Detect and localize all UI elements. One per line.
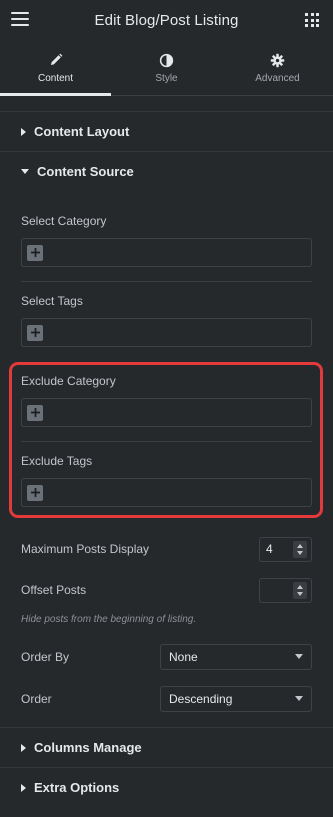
spinner-icon[interactable] bbox=[293, 581, 307, 599]
order-by-select[interactable]: None bbox=[160, 643, 312, 670]
section-columns-manage[interactable]: Columns Manage bbox=[0, 727, 333, 767]
exclude-category-field: Exclude Category bbox=[0, 371, 333, 427]
plus-icon[interactable] bbox=[27, 404, 43, 421]
tab-style-label: Style bbox=[155, 73, 178, 84]
tab-content[interactable]: Content bbox=[0, 40, 111, 96]
caret-right-icon bbox=[21, 127, 26, 136]
select-tags-label: Select Tags bbox=[21, 294, 83, 308]
panel-tabs: Content Style Advanced bbox=[0, 40, 333, 96]
offset-posts-row: Offset Posts bbox=[21, 577, 312, 603]
order-row: Order Descending bbox=[21, 685, 312, 712]
select-category-field: Select Category bbox=[0, 211, 333, 267]
max-posts-input[interactable]: 4 bbox=[259, 536, 312, 562]
plus-icon[interactable] bbox=[27, 484, 43, 501]
exclude-tags-label: Exclude Tags bbox=[21, 454, 93, 468]
section-content-layout-label: Content Layout bbox=[34, 124, 130, 139]
tab-content-label: Content bbox=[37, 73, 74, 84]
section-extra-options[interactable]: Extra Options bbox=[0, 767, 333, 807]
chevron-down-icon bbox=[295, 654, 303, 659]
order-value: Descending bbox=[169, 691, 233, 706]
pencil-icon bbox=[49, 51, 63, 69]
exclude-category-label: Exclude Category bbox=[21, 374, 116, 388]
offset-posts-input[interactable] bbox=[259, 577, 312, 603]
chevron-down-icon bbox=[295, 696, 303, 701]
caret-right-icon bbox=[21, 783, 26, 792]
max-posts-label: Maximum Posts Display bbox=[21, 542, 150, 556]
half-circle-icon bbox=[159, 51, 174, 69]
plus-icon[interactable] bbox=[27, 244, 43, 261]
max-posts-value: 4 bbox=[266, 542, 273, 556]
caret-right-icon bbox=[21, 743, 26, 752]
editor-header: Edit Blog/Post Listing bbox=[0, 0, 333, 40]
exclude-tags-input[interactable] bbox=[21, 478, 312, 507]
section-extra-options-label: Extra Options bbox=[34, 780, 120, 795]
grid-icon[interactable] bbox=[305, 13, 319, 27]
tab-advanced-label: Advanced bbox=[255, 73, 300, 84]
section-content-source[interactable]: Content Source bbox=[0, 151, 333, 191]
section-content-source-label: Content Source bbox=[37, 164, 134, 179]
page-title: Edit Blog/Post Listing bbox=[94, 11, 239, 29]
spinner-icon[interactable] bbox=[293, 540, 307, 558]
max-posts-row: Maximum Posts Display 4 bbox=[21, 536, 312, 562]
select-category-input[interactable] bbox=[21, 238, 312, 267]
order-by-value: None bbox=[169, 649, 198, 664]
hamburger-icon[interactable] bbox=[11, 12, 29, 28]
select-tags-field: Select Tags bbox=[0, 291, 333, 347]
plus-icon[interactable] bbox=[27, 324, 43, 341]
offset-posts-hint: Hide posts from the beginning of listing… bbox=[21, 614, 197, 625]
divider bbox=[21, 441, 312, 442]
section-columns-manage-label: Columns Manage bbox=[34, 740, 142, 755]
order-select[interactable]: Descending bbox=[160, 685, 312, 712]
section-content-layout[interactable]: Content Layout bbox=[0, 111, 333, 151]
select-tags-input[interactable] bbox=[21, 318, 312, 347]
tab-advanced[interactable]: Advanced bbox=[222, 40, 333, 95]
caret-down-icon bbox=[21, 169, 29, 174]
divider bbox=[21, 281, 312, 282]
gear-icon bbox=[270, 51, 285, 69]
order-label: Order bbox=[21, 691, 52, 706]
order-by-label: Order By bbox=[21, 649, 70, 664]
select-category-label: Select Category bbox=[21, 214, 107, 228]
tab-style[interactable]: Style bbox=[111, 40, 222, 95]
offset-posts-label: Offset Posts bbox=[21, 583, 87, 597]
exclude-category-input[interactable] bbox=[21, 398, 312, 427]
exclude-tags-field: Exclude Tags bbox=[0, 451, 333, 507]
order-by-row: Order By None bbox=[21, 643, 312, 670]
